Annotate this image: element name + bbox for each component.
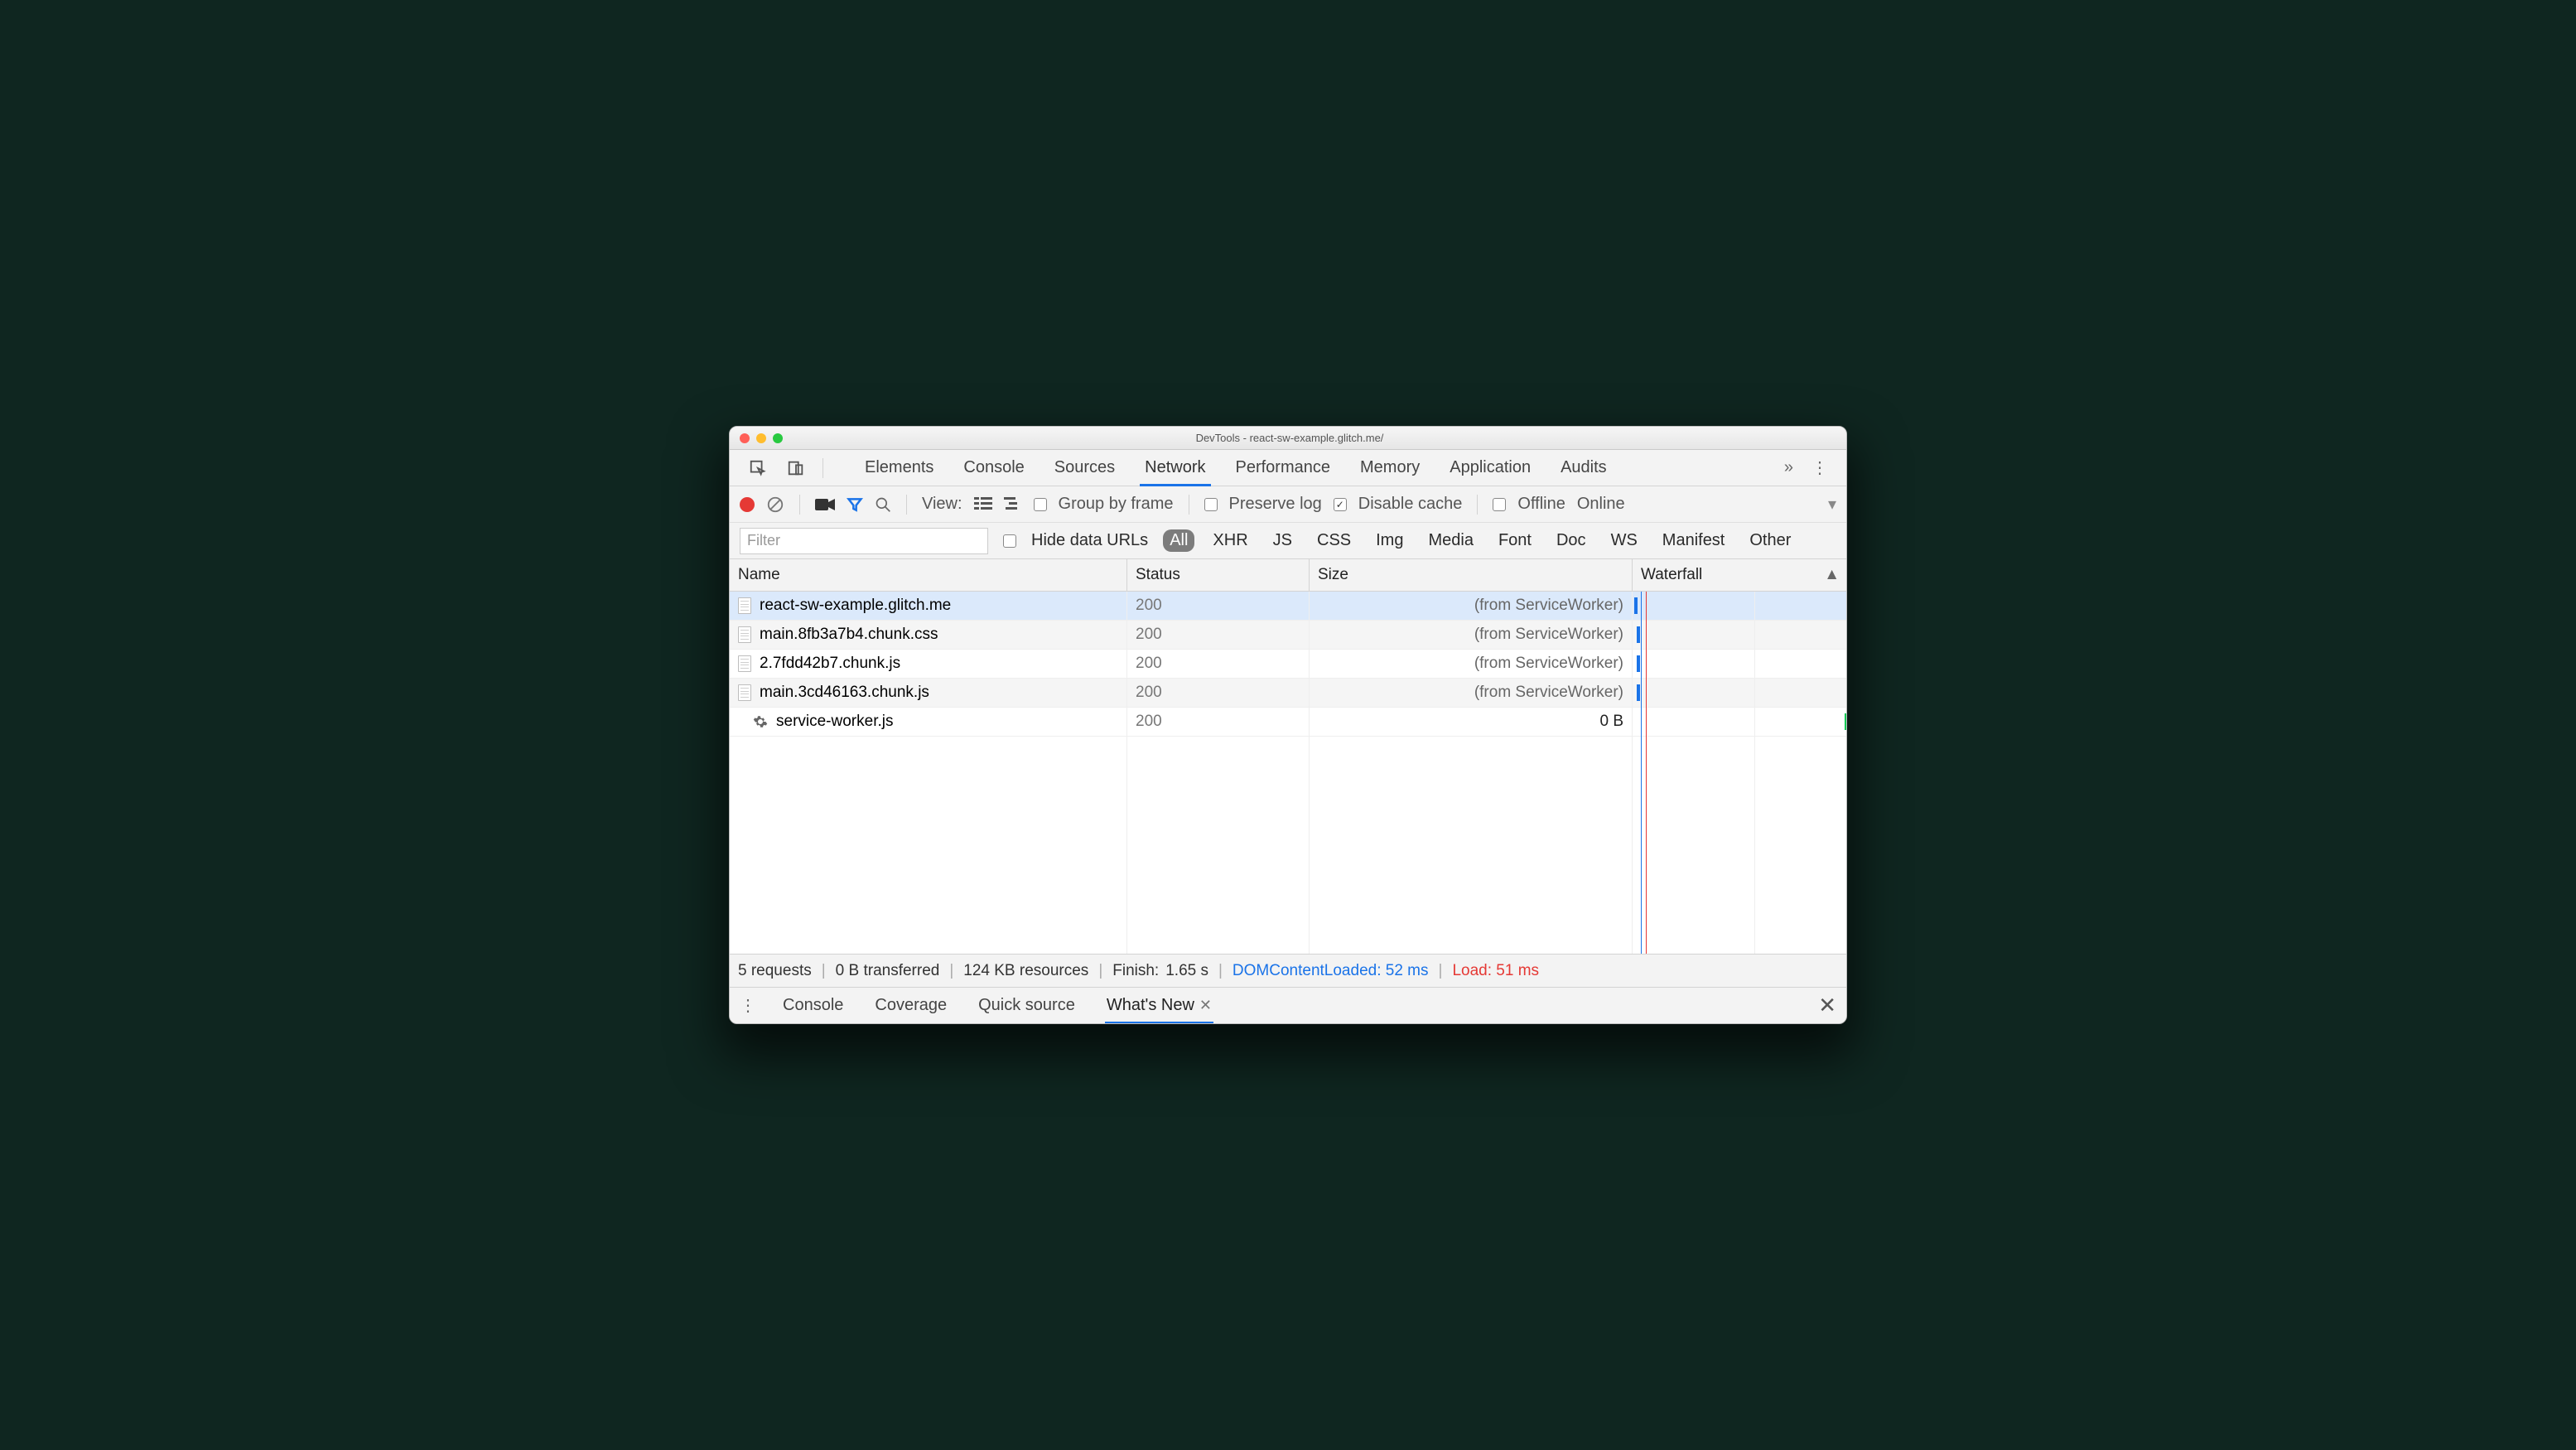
- tab-memory[interactable]: Memory: [1355, 452, 1425, 484]
- main-tabstrip: Elements Console Sources Network Performance…: [730, 450, 1846, 486]
- hide-data-urls-checkbox[interactable]: [1003, 534, 1016, 548]
- document-icon: [738, 597, 751, 614]
- request-name: react-sw-example.glitch.me: [760, 597, 951, 615]
- request-size: (from ServiceWorker): [1310, 679, 1633, 707]
- document-icon: [738, 626, 751, 643]
- column-size[interactable]: Size: [1310, 559, 1633, 591]
- hide-data-urls-label: Hide data URLs: [1031, 531, 1148, 550]
- request-status: 200: [1127, 650, 1310, 678]
- tab-performance[interactable]: Performance: [1231, 452, 1336, 484]
- window-title: DevTools - react-sw-example.glitch.me/: [783, 432, 1846, 444]
- titlebar: DevTools - react-sw-example.glitch.me/: [730, 427, 1846, 450]
- table-header: Name Status Size Waterfall▲: [730, 559, 1846, 592]
- column-name[interactable]: Name: [730, 559, 1127, 591]
- filter-type-js[interactable]: JS: [1266, 529, 1299, 552]
- drawer-tabstrip: ⋮ Console Coverage Quick source What's New✕…: [730, 987, 1846, 1023]
- summary-load: 51 ms: [1496, 962, 1539, 979]
- drawer-kebab-icon[interactable]: ⋮: [740, 995, 756, 1016]
- drawer-tab-quick-source[interactable]: Quick source: [977, 989, 1077, 1022]
- more-tabs-icon[interactable]: »: [1779, 458, 1798, 477]
- filter-icon[interactable]: [847, 495, 863, 514]
- filter-type-media[interactable]: Media: [1421, 529, 1479, 552]
- summary-finish: 1.65 s: [1165, 962, 1208, 980]
- summary-dcl-label: DOMContentLoaded:: [1233, 962, 1382, 979]
- network-toolbar: View: Group by frame Preserve log ✓ Disa…: [730, 486, 1846, 523]
- filter-type-all[interactable]: All: [1163, 529, 1194, 552]
- disable-cache-label: Disable cache: [1358, 495, 1463, 514]
- close-drawer-icon[interactable]: ✕: [1818, 993, 1836, 1018]
- summary-finish-label: Finish:: [1112, 962, 1159, 980]
- request-name: main.3cd46163.chunk.js: [760, 684, 929, 702]
- sort-asc-icon: ▲: [1824, 566, 1840, 584]
- close-window-button[interactable]: [740, 433, 750, 443]
- online-select[interactable]: Online: [1577, 495, 1625, 514]
- summary-transferred: 0 B transferred: [836, 962, 940, 980]
- filter-type-ws[interactable]: WS: [1604, 529, 1644, 552]
- group-by-frame-label: Group by frame: [1059, 495, 1174, 514]
- drawer-tab-what-s-new[interactable]: What's New✕: [1105, 989, 1213, 1024]
- tab-sources[interactable]: Sources: [1049, 452, 1120, 484]
- document-icon: [738, 655, 751, 672]
- document-icon: [738, 684, 751, 701]
- window-controls: [730, 433, 783, 443]
- request-status: 200: [1127, 621, 1310, 649]
- gear-icon: [753, 714, 768, 729]
- tab-elements[interactable]: Elements: [860, 452, 938, 484]
- inspect-element-icon[interactable]: [743, 455, 773, 481]
- throttling-dropdown-icon[interactable]: ▾: [1828, 494, 1836, 515]
- request-size: 0 B: [1310, 708, 1633, 736]
- tab-application[interactable]: Application: [1445, 452, 1536, 484]
- drawer-tab-coverage[interactable]: Coverage: [873, 989, 948, 1022]
- request-status: 200: [1127, 592, 1310, 620]
- offline-checkbox[interactable]: [1493, 498, 1506, 511]
- tab-network[interactable]: Network: [1140, 452, 1210, 486]
- filter-type-css[interactable]: CSS: [1310, 529, 1358, 552]
- record-button[interactable]: [740, 497, 755, 512]
- filter-type-manifest[interactable]: Manifest: [1656, 529, 1732, 552]
- column-status[interactable]: Status: [1127, 559, 1310, 591]
- summary-load-label: Load:: [1452, 962, 1492, 979]
- column-waterfall[interactable]: Waterfall▲: [1633, 559, 1847, 591]
- group-by-frame-checkbox[interactable]: [1034, 498, 1047, 511]
- camera-icon[interactable]: [815, 495, 835, 514]
- overview-icon[interactable]: [1004, 495, 1022, 514]
- request-size: (from ServiceWorker): [1310, 592, 1633, 620]
- network-summary: 5 requests| 0 B transferred| 124 KB reso…: [730, 954, 1846, 987]
- summary-requests: 5 requests: [738, 962, 812, 980]
- filter-type-other[interactable]: Other: [1743, 529, 1797, 552]
- filter-row: Hide data URLs All XHR JS CSS Img Media Font Do…: [730, 523, 1846, 559]
- filter-type-img[interactable]: Img: [1369, 529, 1410, 552]
- minimize-window-button[interactable]: [756, 433, 766, 443]
- filter-type-font[interactable]: Font: [1492, 529, 1538, 552]
- disable-cache-checkbox[interactable]: ✓: [1334, 498, 1347, 511]
- zoom-window-button[interactable]: [773, 433, 783, 443]
- device-toolbar-icon[interactable]: [781, 455, 811, 481]
- request-size: (from ServiceWorker): [1310, 621, 1633, 649]
- request-name: main.8fb3a7b4.chunk.css: [760, 626, 938, 644]
- request-name: service-worker.js: [776, 713, 893, 731]
- request-table: react-sw-example.glitch.me200(from Servi…: [730, 592, 1846, 954]
- request-size: (from ServiceWorker): [1310, 650, 1633, 678]
- preserve-log-checkbox[interactable]: [1204, 498, 1218, 511]
- devtools-window: DevTools - react-sw-example.glitch.me/ E…: [729, 426, 1847, 1024]
- large-rows-icon[interactable]: [974, 495, 992, 514]
- clear-icon[interactable]: [766, 495, 784, 514]
- offline-label: Offline: [1517, 495, 1565, 514]
- summary-resources: 124 KB resources: [963, 962, 1088, 980]
- request-name: 2.7fdd42b7.chunk.js: [760, 655, 900, 673]
- filter-input[interactable]: [740, 528, 988, 554]
- request-status: 200: [1127, 708, 1310, 736]
- tab-audits[interactable]: Audits: [1556, 452, 1612, 484]
- settings-kebab-icon[interactable]: ⋮: [1807, 457, 1833, 478]
- preserve-log-label: Preserve log: [1229, 495, 1322, 514]
- filter-type-doc[interactable]: Doc: [1550, 529, 1593, 552]
- summary-dcl: 52 ms: [1386, 962, 1429, 979]
- drawer-tab-console[interactable]: Console: [781, 989, 845, 1022]
- view-label: View:: [922, 495, 962, 514]
- filter-type-xhr[interactable]: XHR: [1206, 529, 1254, 552]
- search-icon[interactable]: [875, 495, 891, 514]
- close-tab-icon[interactable]: ✕: [1199, 997, 1212, 1013]
- tab-console[interactable]: Console: [958, 452, 1029, 484]
- request-status: 200: [1127, 679, 1310, 707]
